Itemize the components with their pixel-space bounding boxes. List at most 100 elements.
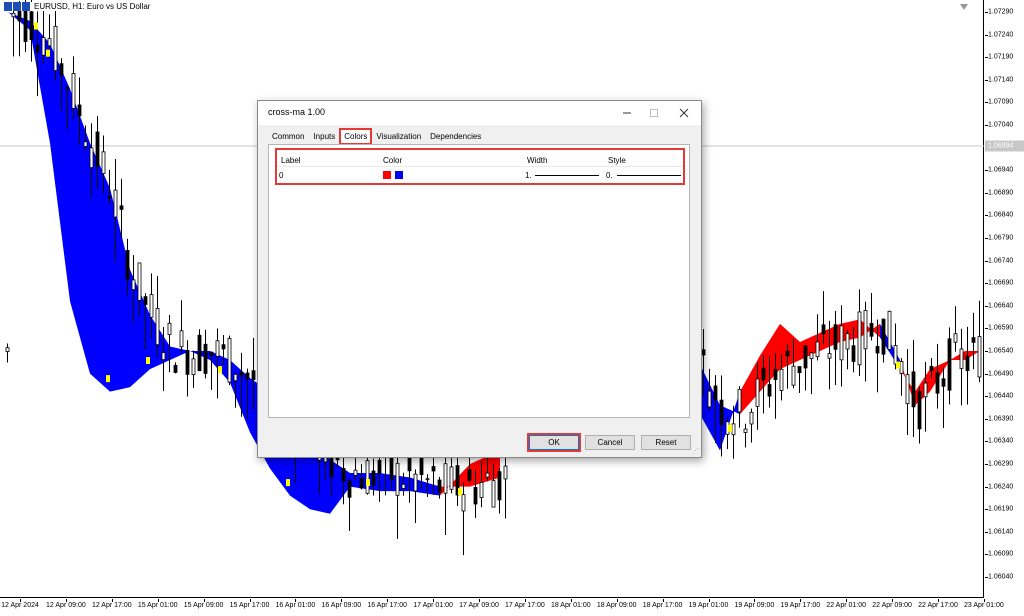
ma-band-segment (780, 323, 800, 370)
price-label: 1.06040 (988, 573, 1014, 581)
candle-body (107, 196, 112, 199)
time-label: 15 Apr 17:00 (229, 602, 270, 609)
candle-body (209, 351, 214, 357)
time-label: 19 Apr 01:00 (688, 602, 729, 609)
candle-body (977, 336, 982, 378)
cross-marker (286, 479, 290, 487)
candle-body (215, 340, 220, 357)
time-label: 18 Apr 01:00 (550, 602, 591, 609)
candle-body (467, 469, 472, 481)
price-label: 1.06690 (988, 279, 1014, 287)
candle-body (47, 38, 52, 47)
table-row[interactable]: 0 1. 0. (277, 169, 683, 181)
candle-body (83, 141, 88, 147)
close-icon[interactable] (670, 104, 698, 122)
candle-body (353, 469, 358, 476)
width-value[interactable]: 1. (525, 171, 532, 180)
cross-marker (146, 357, 150, 365)
color-swatch-blue[interactable] (395, 171, 403, 179)
candle-body (197, 334, 202, 372)
tab-colors[interactable]: Colors (339, 128, 373, 145)
candle-body (803, 345, 808, 369)
price-label: 1.07190 (988, 53, 1014, 61)
tab-inputs[interactable]: Inputs (309, 129, 339, 144)
candle-body (95, 131, 100, 167)
price-label: 1.06140 (988, 528, 1014, 536)
color-swatch-red[interactable] (383, 171, 391, 179)
dialog-tabs: Common Inputs Colors Visualization Depen… (268, 128, 486, 145)
candle-body (413, 473, 418, 492)
candle-body (161, 352, 166, 361)
maximize-icon (640, 104, 668, 122)
candle-body (959, 348, 964, 369)
tab-common[interactable]: Common (268, 129, 308, 144)
ma-band-segment (380, 473, 410, 492)
cross-marker (218, 366, 222, 374)
candle-body (119, 205, 124, 210)
candle-body (401, 483, 406, 489)
ma-band-segment (915, 369, 930, 406)
price-label: 1.06890 (988, 189, 1014, 197)
time-label: 12 Apr 2024 (1, 602, 39, 609)
tab-visualization[interactable]: Visualization (372, 129, 425, 144)
candle-body (893, 345, 898, 365)
time-label: 19 Apr 09:00 (734, 602, 775, 609)
cross-marker (896, 361, 900, 369)
style-line-sample[interactable] (617, 175, 681, 176)
price-axis[interactable]: 1.07290 1.07240 1.07190 1.07140 1.07090 1.070… (985, 0, 1024, 598)
candle-body (731, 423, 736, 436)
candle-body (341, 468, 346, 482)
candle-body (713, 385, 718, 401)
candle-body (227, 338, 232, 383)
dialog-titlebar[interactable]: cross-ma 1.00 (258, 101, 701, 125)
candle-body (737, 388, 742, 413)
cancel-button[interactable]: Cancel (585, 435, 635, 450)
candle-body (29, 11, 34, 40)
candle-body (833, 324, 838, 350)
candle-body (461, 494, 466, 512)
time-label: 16 Apr 09:00 (321, 602, 362, 609)
time-label: 22 Apr 01:00 (826, 602, 867, 609)
minimize-icon[interactable] (613, 104, 641, 122)
candle-body (503, 465, 508, 480)
candle-body (125, 250, 130, 280)
ma-band-segment (50, 43, 70, 302)
style-value[interactable]: 0. (606, 171, 613, 180)
candle-body (965, 355, 970, 371)
candle-body (839, 325, 844, 361)
candle-body (113, 189, 118, 218)
candle-body (131, 279, 136, 291)
colors-table: Label Color Width Style 0 1. 0. (275, 148, 685, 185)
candle-body (743, 428, 748, 433)
header-style: Style (608, 156, 626, 165)
candle-body (815, 341, 820, 358)
ok-button[interactable]: OK (527, 433, 581, 452)
candle-body (827, 353, 832, 359)
price-label: 1.06090 (988, 550, 1014, 558)
time-axis[interactable]: 12 Apr 2024 12 Apr 09:00 12 Apr 17:00 15 Ap… (0, 599, 1024, 616)
time-label: 18 Apr 09:00 (596, 602, 637, 609)
candle-body (899, 361, 904, 374)
candle-body (869, 323, 874, 337)
price-label: 1.07090 (988, 98, 1014, 106)
resize-grip-icon[interactable]: ⋰ (692, 447, 699, 455)
candle-body (395, 462, 400, 496)
candle-body (41, 37, 46, 56)
width-line-sample[interactable] (535, 175, 599, 176)
header-width: Width (527, 156, 548, 165)
candle-body (923, 382, 928, 398)
candle-body (449, 466, 454, 490)
chart-shift-icon[interactable] (960, 4, 968, 10)
candle-body (23, 9, 28, 42)
tab-dependencies[interactable]: Dependencies (426, 129, 485, 144)
header-divider (277, 166, 683, 167)
candle-body (491, 480, 496, 508)
candle-body (5, 347, 10, 352)
candle-body (359, 477, 364, 489)
candle-body (767, 384, 772, 397)
reset-button[interactable]: Reset (641, 435, 691, 450)
candle-body (419, 455, 424, 476)
time-label: 16 Apr 01:00 (275, 602, 316, 609)
candle-body (905, 374, 910, 405)
candle-body (347, 480, 352, 498)
